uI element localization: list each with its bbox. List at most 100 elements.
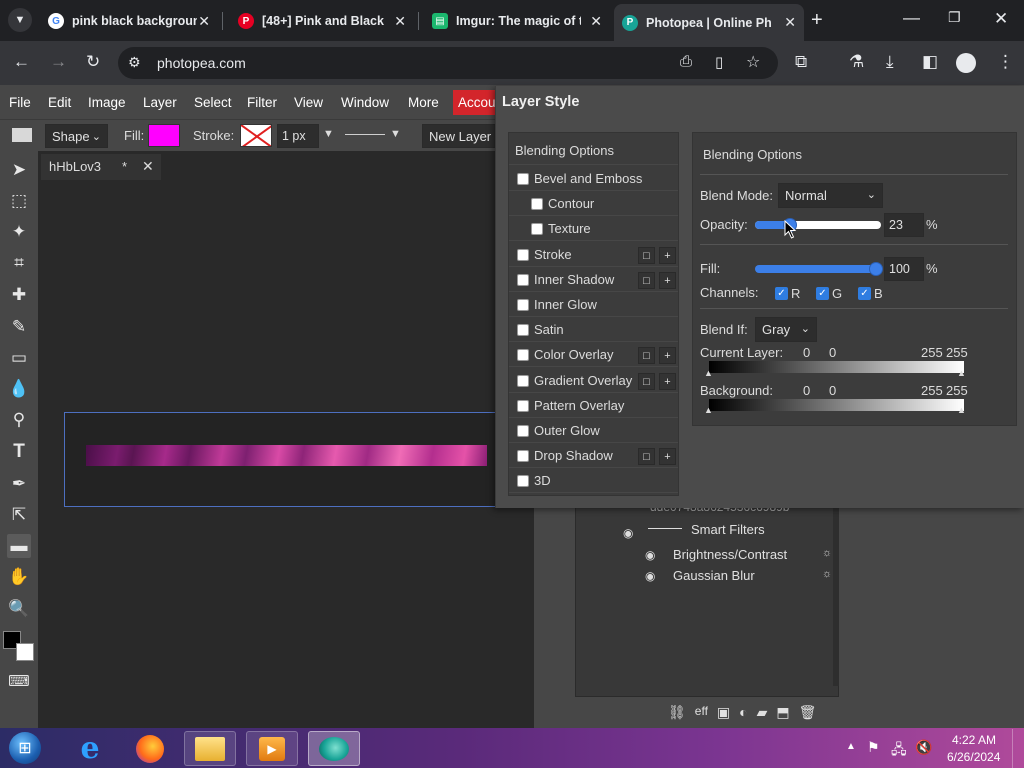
style-add-icon[interactable]: + — [659, 448, 676, 465]
style-copy-icon[interactable]: □ — [638, 247, 655, 264]
menu-window[interactable]: Window — [341, 95, 389, 110]
style-checkbox[interactable] — [517, 424, 529, 437]
style-item-contour[interactable]: Contour — [509, 192, 678, 216]
menu-file[interactable]: File — [9, 95, 31, 110]
style-checkbox[interactable] — [517, 474, 529, 487]
show-hidden-icons-icon[interactable]: ▲ — [846, 741, 856, 752]
document-tab[interactable]: hHbLov3 * ✕ — [41, 154, 161, 180]
style-item-drop-shadow[interactable]: Drop Shadow □ + — [509, 444, 678, 468]
shape-mode-select[interactable]: Shape ⌄ — [45, 124, 108, 148]
style-item-3d[interactable]: 3D — [509, 469, 678, 493]
stroke-style-dropdown-icon[interactable]: ▼ — [390, 128, 401, 140]
gradient-tool-icon[interactable]: ▭ — [7, 346, 31, 370]
style-copy-icon[interactable]: □ — [638, 272, 655, 289]
style-copy-icon[interactable]: □ — [638, 373, 655, 390]
eye-icon[interactable]: ◉ — [645, 548, 655, 562]
smart-filters-label[interactable]: Smart Filters — [691, 522, 765, 537]
volume-muted-icon[interactable]: 🔇 — [915, 739, 932, 756]
style-item-blending-options[interactable]: Blending Options — [509, 137, 678, 165]
address-bar[interactable]: ⚙ photopea.com ⎙ ▯ ☆ — [118, 47, 778, 79]
taskbar-ie-button[interactable]: e — [64, 731, 116, 766]
blur-tool-icon[interactable]: 💧 — [7, 377, 31, 401]
filter-settings-icon[interactable]: ☼ — [822, 568, 832, 580]
style-item-color-overlay[interactable]: Color Overlay □ + — [509, 343, 678, 367]
type-tool-icon[interactable]: T — [7, 440, 31, 464]
healing-brush-tool-icon[interactable]: ✚ — [7, 283, 31, 307]
stroke-width-dropdown-icon[interactable]: ▼ — [323, 128, 334, 140]
style-item-bevel-and-emboss[interactable]: Bevel and Emboss — [509, 167, 678, 191]
style-item-texture[interactable]: Texture — [509, 217, 678, 241]
tab-close-icon[interactable]: ✕ — [394, 13, 406, 30]
link-layers-icon[interactable]: ⛓ — [668, 704, 686, 721]
fill-input[interactable]: 100 — [884, 257, 924, 281]
style-item-stroke[interactable]: Stroke □ + — [509, 243, 678, 267]
dialog-title[interactable]: Layer Style — [502, 94, 579, 110]
style-checkbox[interactable] — [517, 323, 529, 336]
pen-tool-icon[interactable]: ✒ — [7, 472, 31, 496]
profile-avatar-icon[interactable] — [956, 53, 976, 73]
delete-layer-icon[interactable]: 🗑 — [799, 704, 817, 721]
current-layer-black-handle[interactable]: ▲ — [704, 368, 713, 378]
style-add-icon[interactable]: + — [659, 347, 676, 364]
crop-tool-icon[interactable]: ⌗ — [7, 251, 31, 275]
network-icon[interactable]: 🖧 — [891, 739, 907, 763]
style-checkbox[interactable] — [531, 197, 543, 210]
style-checkbox[interactable] — [517, 348, 529, 361]
minimize-icon[interactable]: — — [903, 8, 920, 28]
tab-search-button[interactable]: ▼ — [8, 8, 32, 32]
document-canvas[interactable] — [64, 412, 496, 507]
layer-mask-icon[interactable]: ▣ — [717, 704, 730, 721]
style-copy-icon[interactable]: □ — [638, 448, 655, 465]
browser-tab-2[interactable]: P [48+] Pink and Black W ✕ — [230, 6, 414, 36]
style-checkbox[interactable] — [517, 298, 529, 311]
account-button[interactable]: Accou — [453, 90, 495, 115]
new-tab-icon[interactable]: + — [811, 9, 823, 32]
menu-image[interactable]: Image — [88, 95, 126, 110]
channel-r-checkbox[interactable]: ✓ — [775, 287, 788, 300]
style-add-icon[interactable]: + — [659, 373, 676, 390]
layers-scrollbar[interactable] — [833, 496, 839, 686]
start-button[interactable]: ⊞ — [4, 729, 46, 767]
adjustment-layer-icon[interactable]: ◐ — [739, 704, 747, 721]
style-checkbox[interactable] — [517, 399, 529, 412]
taskbar-firefox-button[interactable] — [124, 731, 176, 766]
browser-tab-4-active[interactable]: P Photopea | Online Pho ✕ — [614, 4, 804, 41]
background-white-handle[interactable]: ▲ — [957, 405, 966, 415]
menu-select[interactable]: Select — [194, 95, 232, 110]
extensions-icon[interactable]: ⧉ — [795, 52, 807, 72]
tab-close-icon[interactable]: ✕ — [590, 13, 602, 30]
blend-if-select[interactable]: Gray ⌄ — [755, 317, 817, 342]
forward-icon[interactable]: → — [50, 52, 67, 72]
rectangle-tool-preset-icon[interactable] — [12, 128, 32, 142]
style-checkbox[interactable] — [517, 449, 529, 462]
style-copy-icon[interactable]: □ — [638, 347, 655, 364]
fill-slider-handle[interactable] — [869, 262, 883, 276]
opacity-slider[interactable] — [755, 221, 881, 229]
style-checkbox[interactable] — [517, 172, 529, 185]
stroke-width-input[interactable]: 1 px — [277, 124, 319, 148]
style-item-pattern-overlay[interactable]: Pattern Overlay — [509, 394, 678, 418]
new-layer-select[interactable]: New Layer — [422, 124, 496, 148]
menu-view[interactable]: View — [294, 95, 323, 110]
tab-close-icon[interactable]: ✕ — [198, 13, 210, 30]
zoom-tool-icon[interactable]: 🔍 — [7, 597, 31, 621]
taskbar-explorer-button[interactable] — [184, 731, 236, 766]
new-layer-icon[interactable]: ⬒ — [776, 704, 789, 721]
menu-edit[interactable]: Edit — [48, 95, 71, 110]
action-center-flag-icon[interactable]: ⚑ — [867, 739, 880, 756]
tab-close-icon[interactable]: ✕ — [784, 14, 796, 31]
style-item-gradient-overlay[interactable]: Gradient Overlay □ + — [509, 369, 678, 393]
style-item-outer-glow[interactable]: Outer Glow — [509, 419, 678, 443]
style-add-icon[interactable]: + — [659, 247, 676, 264]
opacity-input[interactable]: 23 — [884, 213, 924, 237]
channel-b-checkbox[interactable]: ✓ — [858, 287, 871, 300]
labs-flask-icon[interactable]: ⚗ — [849, 52, 864, 72]
brush-tool-icon[interactable]: ✎ — [7, 315, 31, 339]
site-info-icon[interactable]: ⚙ — [128, 54, 141, 71]
path-selection-tool-icon[interactable]: ⇱ — [7, 503, 31, 527]
browser-tab-1[interactable]: G pink black backgroun ✕ — [40, 6, 218, 36]
blend-mode-select[interactable]: Normal ⌄ — [778, 183, 883, 208]
side-panel-icon[interactable]: ◧ — [922, 52, 938, 72]
style-item-inner-glow[interactable]: Inner Glow — [509, 293, 678, 317]
back-icon[interactable]: ← — [13, 52, 30, 72]
